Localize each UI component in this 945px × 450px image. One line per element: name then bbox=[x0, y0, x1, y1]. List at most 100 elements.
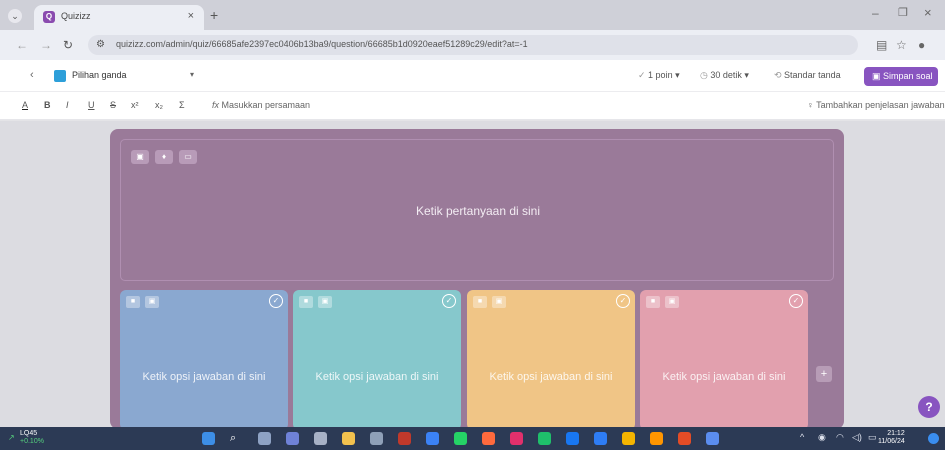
option-placeholder[interactable]: Ketik opsi jawaban di sini bbox=[301, 370, 453, 384]
image-icon[interactable]: ▣ bbox=[145, 296, 159, 308]
option-placeholder[interactable]: Ketik opsi jawaban di sini bbox=[128, 370, 280, 384]
symbol-button[interactable]: Σ bbox=[179, 100, 185, 110]
system-clock[interactable]: 21:12 11/06/24 bbox=[878, 430, 905, 446]
correct-answer-check-icon[interactable]: ✓ bbox=[442, 294, 456, 308]
tray-app-icon[interactable]: ◉ bbox=[818, 432, 826, 443]
microphone-icon[interactable]: ♦ bbox=[155, 150, 173, 164]
facebook-icon[interactable] bbox=[566, 432, 579, 445]
instagram-icon[interactable] bbox=[510, 432, 523, 445]
underline-button[interactable]: U bbox=[88, 100, 95, 110]
app-orange-icon[interactable] bbox=[482, 432, 495, 445]
video-icon[interactable]: ▭ bbox=[179, 150, 197, 164]
answer-option-2[interactable]: ■ ▣ ✓ Ketik opsi jawaban di sini bbox=[293, 290, 461, 430]
editor-canvas: ▣ ♦ ▭ Ketik pertanyaan di sini ■ ▣ ✓ Ket… bbox=[0, 121, 945, 430]
app-blue-icon[interactable] bbox=[706, 432, 719, 445]
correct-answer-check-icon[interactable]: ✓ bbox=[269, 294, 283, 308]
start-icon[interactable] bbox=[202, 432, 215, 445]
add-option-button[interactable]: + bbox=[816, 366, 832, 382]
wifi-icon[interactable]: ◠ bbox=[836, 432, 844, 443]
quizizz-favicon-icon: Q bbox=[43, 11, 55, 23]
italic-button[interactable]: I bbox=[66, 100, 69, 110]
image-icon[interactable]: ▣ bbox=[665, 296, 679, 308]
close-window-icon[interactable]: × bbox=[924, 5, 932, 20]
question-placeholder[interactable]: Ketik pertanyaan di sini bbox=[121, 204, 835, 218]
equation-icon[interactable]: ■ bbox=[646, 296, 660, 308]
battery-icon[interactable]: ▭ bbox=[868, 432, 877, 443]
equation-icon[interactable]: ■ bbox=[473, 296, 487, 308]
bookmark-star-icon[interactable]: ☆ bbox=[896, 38, 907, 52]
zoom-icon[interactable] bbox=[426, 432, 439, 445]
lightbulb-icon: ♀ bbox=[807, 100, 817, 110]
tray-chevron-icon[interactable]: ^ bbox=[800, 432, 804, 442]
minimize-icon[interactable]: – bbox=[872, 6, 879, 20]
translate-icon[interactable]: ▤ bbox=[876, 38, 887, 52]
app-orange-2-icon[interactable] bbox=[678, 432, 691, 445]
clock-icon: ◷ bbox=[700, 70, 711, 80]
browser-tab[interactable]: Q Quizizz × bbox=[34, 5, 204, 30]
whatsapp-icon[interactable] bbox=[454, 432, 467, 445]
answer-option-3[interactable]: ■ ▣ ✓ Ketik opsi jawaban di sini bbox=[467, 290, 635, 430]
line-icon[interactable] bbox=[538, 432, 551, 445]
superscript-button[interactable]: x² bbox=[131, 100, 139, 110]
firefox-icon[interactable] bbox=[650, 432, 663, 445]
task-view-icon[interactable] bbox=[258, 432, 271, 445]
chevron-down-icon: ▾ bbox=[672, 70, 680, 80]
file-explorer-icon[interactable] bbox=[342, 432, 355, 445]
answer-mark-toggle[interactable]: ⟲ Standar tanda bbox=[774, 70, 841, 81]
equation-icon[interactable]: ■ bbox=[299, 296, 313, 308]
add-explanation-button[interactable]: ♀ Tambahkan penjelasan jawaban bbox=[807, 100, 945, 110]
url-bar[interactable]: ⚙ quizizz.com/admin/quiz/66685afe2397ec0… bbox=[88, 35, 858, 55]
explanation-label: Tambahkan penjelasan jawaban bbox=[816, 100, 945, 110]
correct-answer-check-icon[interactable]: ✓ bbox=[616, 294, 630, 308]
stock-change: +0.10% bbox=[20, 438, 44, 445]
back-arrow-icon[interactable]: ← bbox=[16, 38, 28, 52]
back-chevron-icon[interactable]: ‹ bbox=[30, 69, 34, 81]
strikethrough-button[interactable]: S bbox=[110, 100, 116, 110]
option-placeholder[interactable]: Ketik opsi jawaban di sini bbox=[475, 370, 627, 384]
equation-icon[interactable]: ■ bbox=[126, 296, 140, 308]
meet-icon[interactable] bbox=[286, 432, 299, 445]
tab-close-icon[interactable]: × bbox=[188, 10, 194, 22]
answer-option-1[interactable]: ■ ▣ ✓ Ketik opsi jawaban di sini bbox=[120, 290, 288, 430]
browser-tab-bar: ⌄ Q Quizizz × + – ❐ × bbox=[0, 0, 945, 30]
url-text[interactable]: quizizz.com/admin/quiz/66685afe2397ec040… bbox=[116, 39, 528, 49]
question-input-area[interactable]: ▣ ♦ ▭ Ketik pertanyaan di sini bbox=[120, 139, 834, 281]
image-icon[interactable]: ▣ bbox=[492, 296, 506, 308]
bold-button[interactable]: B bbox=[44, 100, 51, 110]
answer-mark-value: Standar tanda bbox=[784, 70, 841, 80]
reload-icon[interactable]: ↻ bbox=[63, 38, 73, 52]
question-card: ▣ ♦ ▭ Ketik pertanyaan di sini ■ ▣ ✓ Ket… bbox=[110, 129, 844, 430]
edge-icon[interactable] bbox=[594, 432, 607, 445]
forward-arrow-icon[interactable]: → bbox=[40, 38, 52, 52]
question-type-select[interactable]: Pilihan ganda bbox=[72, 70, 127, 80]
clock-date: 11/06/24 bbox=[878, 438, 905, 445]
text-color-button[interactable]: A bbox=[22, 100, 28, 110]
image-icon[interactable]: ▣ bbox=[131, 150, 149, 164]
chevron-down-icon[interactable]: ▾ bbox=[190, 70, 194, 79]
new-tab-icon[interactable]: + bbox=[210, 7, 218, 23]
chevron-down-icon: ▾ bbox=[741, 70, 749, 80]
notification-icon[interactable] bbox=[928, 433, 939, 444]
help-button[interactable]: ? bbox=[918, 396, 940, 418]
volume-icon[interactable]: ◁) bbox=[852, 432, 862, 443]
app-red-icon[interactable] bbox=[398, 432, 411, 445]
multiple-choice-icon bbox=[54, 70, 66, 82]
points-select[interactable]: ✓ 1 poin ▾ bbox=[638, 70, 680, 81]
stock-widget[interactable]: LQ45 +0.10% bbox=[20, 430, 44, 446]
subscript-button[interactable]: x₂ bbox=[155, 100, 163, 110]
time-select[interactable]: ◷ 30 detik ▾ bbox=[700, 70, 749, 81]
equation-button[interactable]: fx Masukkan persamaan bbox=[212, 100, 310, 110]
image-icon[interactable]: ▣ bbox=[318, 296, 332, 308]
save-question-button[interactable]: ▣ Simpan soal bbox=[864, 67, 938, 86]
search-icon[interactable]: ⌕ bbox=[230, 432, 243, 445]
tab-search-icon[interactable]: ⌄ bbox=[8, 9, 22, 23]
camera-icon[interactable] bbox=[314, 432, 327, 445]
option-placeholder[interactable]: Ketik opsi jawaban di sini bbox=[648, 370, 800, 384]
restore-icon[interactable]: ❐ bbox=[898, 6, 908, 19]
site-settings-icon[interactable]: ⚙ bbox=[96, 39, 105, 50]
store-icon[interactable] bbox=[370, 432, 383, 445]
correct-answer-check-icon[interactable]: ✓ bbox=[789, 294, 803, 308]
answer-option-4[interactable]: ■ ▣ ✓ Ketik opsi jawaban di sini bbox=[640, 290, 808, 430]
chrome-icon[interactable] bbox=[622, 432, 635, 445]
profile-icon[interactable]: ● bbox=[918, 38, 925, 52]
